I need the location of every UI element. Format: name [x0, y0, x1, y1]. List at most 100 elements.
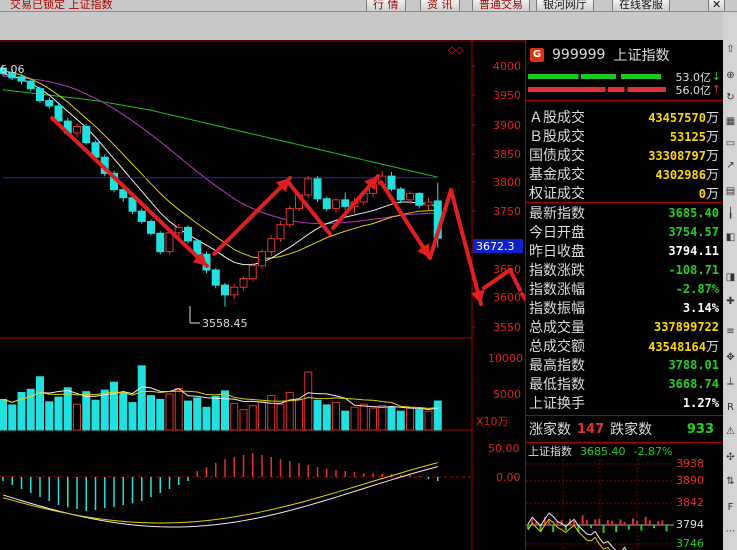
pin-icon[interactable]: ⟂ [725, 376, 736, 388]
price-tick: 3950 [493, 89, 521, 102]
volume-bar [54, 396, 63, 431]
index-stat-value: 3788.01 [668, 357, 719, 372]
g-badge-icon[interactable]: G [530, 48, 544, 62]
index-stat-value: 3754.57 [668, 224, 719, 239]
candle-body [221, 284, 229, 296]
index-stat-row: 总成交量 337899722 [526, 317, 723, 336]
table-icon[interactable]: ▤ [725, 186, 736, 198]
index-stat-value: 3668.74 [668, 376, 719, 391]
volume-tick: 10000 [488, 352, 523, 365]
kline-icon[interactable]: ╽ [725, 208, 736, 220]
index-stat-label: 指数涨幅 [529, 281, 585, 298]
volume-bar [156, 398, 165, 431]
turnover-value: 0万 [698, 187, 719, 202]
chart-icon[interactable]: ◨ [725, 272, 736, 284]
volume-bar [359, 403, 368, 431]
line-chart-icon[interactable]: ↗ [725, 160, 736, 172]
price-tick: 3550 [493, 321, 521, 334]
volume-bar [276, 403, 285, 431]
turnover-list: Ａ股成交 43457570万 Ｂ股成交 53125万 国债成交 33308797万 基金成交… [526, 101, 723, 203]
volume-bar [406, 407, 414, 431]
index-stat-label: 最高指数 [529, 357, 585, 374]
turnover-unit: 万 [705, 111, 719, 126]
candle-body [387, 175, 396, 190]
index-stat-row: 昨日收盘 3794.11 [526, 241, 723, 260]
mini-intraday-chart[interactable]: 3938 3890 3842 3794 3746 [526, 459, 724, 550]
timeline-icon[interactable]: ≡ [725, 326, 736, 338]
volume-bar [174, 388, 183, 431]
layout-icon[interactable]: ◧ [725, 232, 736, 244]
index-stats-list: 最新指数 3685.40 今日开盘 3754.57 昨日收盘 3794.11 指数涨跌 -10… [526, 203, 723, 412]
price-tick: 3750 [493, 205, 521, 218]
cross-icon[interactable]: ✚ [725, 296, 736, 308]
volume-bar [45, 401, 54, 431]
candle-body [332, 199, 340, 209]
quotes-button[interactable]: 行 情 [366, 0, 406, 11]
candle-body [258, 251, 266, 267]
volume-bar [165, 393, 174, 431]
navigate-icon[interactable]: ✣ [725, 452, 736, 464]
sort-icon[interactable]: ⇅ [725, 476, 736, 488]
alert-icon[interactable]: ⚠ [725, 426, 736, 438]
volume-bar [193, 397, 202, 431]
up-arrow-icon[interactable]: ⇧ [725, 44, 736, 56]
volume-bar [332, 402, 340, 431]
index-stat-value: 3685.40 [668, 205, 719, 220]
candle-body [285, 207, 294, 226]
up-arrow-icon: ↑ [711, 83, 721, 96]
window-icon[interactable]: ▭ [725, 138, 736, 150]
rsi-icon[interactable]: R [725, 402, 736, 414]
mini-axis-tick: 3746 [676, 537, 704, 550]
volume-bar [147, 395, 155, 431]
index-stat-label: 最低指数 [529, 376, 585, 393]
volume-bar [313, 399, 322, 431]
top-toolbar: 交易已锁定 上证指数 行 情 资 讯 普通交易 银河网厅 在线客服 ✕ [0, 0, 737, 12]
candle-body [73, 125, 81, 134]
zoom-in-icon[interactable]: ⊕ [725, 70, 736, 82]
down-arrow-icon: ↓ [711, 70, 721, 83]
candle-body [165, 232, 174, 253]
panel-header: G 999999 上证指数 [526, 40, 723, 70]
news-button[interactable]: 资 讯 [420, 0, 460, 11]
volume-bar [433, 400, 442, 431]
index-stat-unit: 万 [705, 340, 719, 355]
f5-icon[interactable]: F [725, 502, 736, 514]
volume-bar [137, 365, 146, 431]
volume-bar [110, 381, 118, 431]
index-stat-value: 3794.11 [668, 243, 719, 258]
turnover-value: 33308797万 [648, 149, 719, 164]
galaxy-hall-button[interactable]: 银河网厅 [536, 0, 594, 11]
lock-status-breadcrumb: 交易已锁定 上证指数 [10, 0, 113, 11]
volume-bar [341, 410, 350, 431]
diamond-icon[interactable]: ◇◇ [448, 45, 464, 56]
candle-body [26, 80, 35, 90]
volume-bar [295, 398, 303, 431]
grid-icon[interactable]: ▦ [725, 116, 736, 128]
price-tick: 3850 [493, 148, 521, 161]
index-stat-row: 总成交额 43548164万 [526, 336, 723, 356]
candle-body [36, 88, 44, 102]
candle-body [396, 188, 405, 201]
online-service-button[interactable]: 在线客服 [612, 0, 670, 11]
normal-trade-button[interactable]: 普通交易 [472, 0, 530, 11]
index-stat-row: 指数涨幅 -2.87% [526, 279, 723, 298]
volume-bar [91, 399, 100, 431]
index-info-panel: G 999999 上证指数 53.0亿 ↓ 56.0亿 ↑ Ａ股成交 434575… [525, 40, 723, 550]
candle-body [174, 226, 183, 234]
candle-body [211, 269, 220, 286]
close-icon[interactable]: ✕ [708, 0, 726, 11]
kline-chart[interactable]: 4000 3950 3900 3850 3800 3750 3672.3 365… [0, 40, 525, 550]
candle-body [147, 220, 155, 234]
turnover-label: Ｂ股成交 [529, 128, 585, 145]
candle-body [267, 238, 276, 253]
volume-bar [424, 410, 433, 431]
mini-index-change: -2.87% [633, 444, 673, 458]
volume-bar [258, 401, 266, 431]
more-icon[interactable]: ⋯ [725, 526, 736, 538]
candle-body [313, 178, 322, 200]
move-icon[interactable]: ✥ [725, 352, 736, 364]
volume-bar [8, 404, 17, 431]
refresh-icon[interactable]: ↻ [725, 92, 736, 104]
volume-bar [230, 402, 239, 431]
candle-body [82, 125, 91, 144]
